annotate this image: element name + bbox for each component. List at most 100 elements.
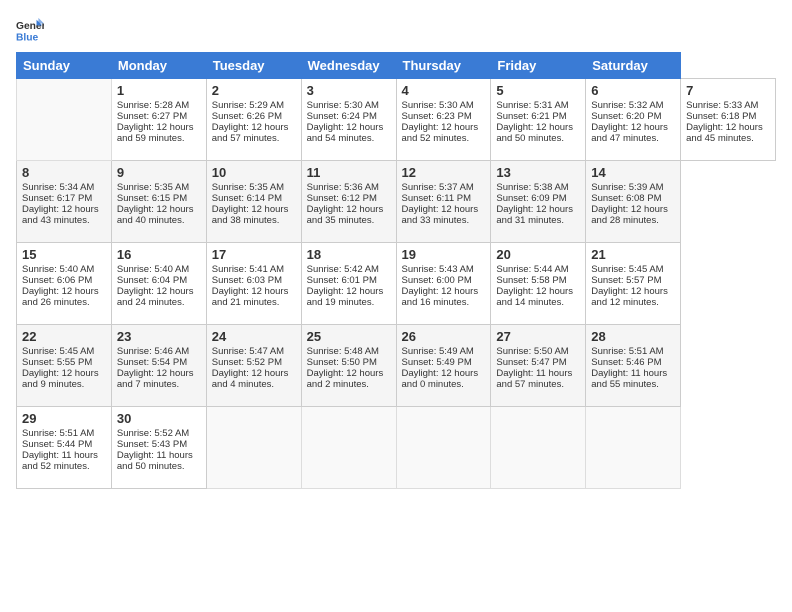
calendar-cell: 29 Sunrise: 5:51 AMSunset: 5:44 PMDayligh…	[17, 407, 112, 489]
calendar-cell: 2Sunrise: 5:29 AMSunset: 6:26 PMDaylight…	[206, 79, 301, 161]
day-number: 24	[212, 329, 296, 344]
day-info-line: Daylight: 12 hours	[402, 122, 486, 133]
day-info-line: Sunrise: 5:50 AM	[496, 346, 580, 357]
day-info-line: Sunset: 6:15 PM	[117, 193, 201, 204]
day-header-thursday: Thursday	[396, 53, 491, 79]
calendar-cell: 16Sunrise: 5:40 AMSunset: 6:04 PMDayligh…	[111, 243, 206, 325]
calendar-cell: 26Sunrise: 5:49 AMSunset: 5:49 PMDayligh…	[396, 325, 491, 407]
day-number: 18	[307, 247, 391, 262]
day-info-line: Sunset: 6:21 PM	[496, 111, 580, 122]
day-number: 4	[402, 83, 486, 98]
day-header-saturday: Saturday	[586, 53, 681, 79]
calendar-table: SundayMondayTuesdayWednesdayThursdayFrid…	[16, 52, 776, 489]
day-info-line: and 50 minutes.	[496, 133, 580, 144]
day-info-line: Sunset: 5:47 PM	[496, 357, 580, 368]
day-info-line: Sunrise: 5:29 AM	[212, 100, 296, 111]
day-info-line: and 57 minutes.	[496, 379, 580, 390]
calendar-week-1: 1Sunrise: 5:28 AMSunset: 6:27 PMDaylight…	[17, 79, 776, 161]
calendar-cell: 30Sunrise: 5:52 AMSunset: 5:43 PMDayligh…	[111, 407, 206, 489]
day-info-line: Sunrise: 5:42 AM	[307, 264, 391, 275]
day-info-line: Daylight: 12 hours	[496, 204, 580, 215]
calendar-cell: 4Sunrise: 5:30 AMSunset: 6:23 PMDaylight…	[396, 79, 491, 161]
day-info-line: and 59 minutes.	[117, 133, 201, 144]
day-number: 27	[496, 329, 580, 344]
day-info-line: and 14 minutes.	[496, 297, 580, 308]
calendar-cell: 14Sunrise: 5:39 AMSunset: 6:08 PMDayligh…	[586, 161, 681, 243]
day-info-line: and 28 minutes.	[591, 215, 675, 226]
day-number: 6	[591, 83, 675, 98]
day-info-line: Daylight: 12 hours	[117, 204, 201, 215]
day-number: 3	[307, 83, 391, 98]
day-header-monday: Monday	[111, 53, 206, 79]
day-info-line: and 12 minutes.	[591, 297, 675, 308]
day-info-line: Sunrise: 5:41 AM	[212, 264, 296, 275]
day-info-line: and 19 minutes.	[307, 297, 391, 308]
day-info-line: Sunrise: 5:38 AM	[496, 182, 580, 193]
calendar-cell: 6Sunrise: 5:32 AMSunset: 6:20 PMDaylight…	[586, 79, 681, 161]
day-info-line: Daylight: 12 hours	[402, 286, 486, 297]
day-info-line: Sunset: 5:49 PM	[402, 357, 486, 368]
calendar-header-row: SundayMondayTuesdayWednesdayThursdayFrid…	[17, 53, 776, 79]
day-info-line: Sunset: 6:18 PM	[686, 111, 770, 122]
calendar-cell: 10Sunrise: 5:35 AMSunset: 6:14 PMDayligh…	[206, 161, 301, 243]
day-info-line: Sunrise: 5:46 AM	[117, 346, 201, 357]
calendar-cell: 11Sunrise: 5:36 AMSunset: 6:12 PMDayligh…	[301, 161, 396, 243]
calendar-cell: 24Sunrise: 5:47 AMSunset: 5:52 PMDayligh…	[206, 325, 301, 407]
calendar-cell: 19Sunrise: 5:43 AMSunset: 6:00 PMDayligh…	[396, 243, 491, 325]
day-info-line: Sunset: 5:46 PM	[591, 357, 675, 368]
calendar-cell: 25Sunrise: 5:48 AMSunset: 5:50 PMDayligh…	[301, 325, 396, 407]
day-info-line: Daylight: 11 hours	[591, 368, 675, 379]
day-info-line: Daylight: 12 hours	[307, 286, 391, 297]
logo: General Blue	[16, 16, 44, 44]
calendar-week-3: 15Sunrise: 5:40 AMSunset: 6:06 PMDayligh…	[17, 243, 776, 325]
day-info-line: and 0 minutes.	[402, 379, 486, 390]
day-info-line: Sunrise: 5:35 AM	[212, 182, 296, 193]
calendar-cell: 9Sunrise: 5:35 AMSunset: 6:15 PMDaylight…	[111, 161, 206, 243]
day-info-line: Sunset: 6:06 PM	[22, 275, 106, 286]
calendar-cell	[206, 407, 301, 489]
day-info-line: and 16 minutes.	[402, 297, 486, 308]
day-info-line: and 43 minutes.	[22, 215, 106, 226]
day-info-line: Sunset: 6:23 PM	[402, 111, 486, 122]
day-info-line: Sunrise: 5:28 AM	[117, 100, 201, 111]
calendar-week-4: 22Sunrise: 5:45 AMSunset: 5:55 PMDayligh…	[17, 325, 776, 407]
day-info-line: Daylight: 11 hours	[22, 450, 106, 461]
calendar-cell: 21Sunrise: 5:45 AMSunset: 5:57 PMDayligh…	[586, 243, 681, 325]
day-number: 23	[117, 329, 201, 344]
day-header-sunday: Sunday	[17, 53, 112, 79]
day-info-line: and 33 minutes.	[402, 215, 486, 226]
day-number: 9	[117, 165, 201, 180]
day-info-line: and 2 minutes.	[307, 379, 391, 390]
day-info-line: and 24 minutes.	[117, 297, 201, 308]
day-info-line: Sunrise: 5:34 AM	[22, 182, 106, 193]
day-info-line: and 7 minutes.	[117, 379, 201, 390]
day-info-line: Sunset: 5:43 PM	[117, 439, 201, 450]
day-number: 16	[117, 247, 201, 262]
day-number: 13	[496, 165, 580, 180]
day-info-line: Daylight: 12 hours	[22, 286, 106, 297]
day-info-line: Daylight: 12 hours	[591, 204, 675, 215]
calendar-cell: 18Sunrise: 5:42 AMSunset: 6:01 PMDayligh…	[301, 243, 396, 325]
page-header: General Blue	[16, 16, 776, 44]
day-info-line: and 52 minutes.	[402, 133, 486, 144]
day-info-line: and 52 minutes.	[22, 461, 106, 472]
day-info-line: and 55 minutes.	[591, 379, 675, 390]
day-info-line: Sunset: 6:26 PM	[212, 111, 296, 122]
day-info-line: Sunset: 5:44 PM	[22, 439, 106, 450]
day-info-line: Sunrise: 5:51 AM	[22, 428, 106, 439]
day-info-line: Sunrise: 5:40 AM	[22, 264, 106, 275]
day-info-line: Sunrise: 5:39 AM	[591, 182, 675, 193]
day-info-line: and 31 minutes.	[496, 215, 580, 226]
calendar-cell: 20Sunrise: 5:44 AMSunset: 5:58 PMDayligh…	[491, 243, 586, 325]
calendar-cell: 12Sunrise: 5:37 AMSunset: 6:11 PMDayligh…	[396, 161, 491, 243]
day-number: 12	[402, 165, 486, 180]
day-info-line: Daylight: 12 hours	[402, 204, 486, 215]
day-info-line: Daylight: 12 hours	[307, 122, 391, 133]
calendar-cell: 22Sunrise: 5:45 AMSunset: 5:55 PMDayligh…	[17, 325, 112, 407]
day-info-line: Sunset: 6:24 PM	[307, 111, 391, 122]
day-info-line: Daylight: 12 hours	[496, 122, 580, 133]
day-number: 29	[22, 411, 106, 426]
day-info-line: Daylight: 12 hours	[307, 204, 391, 215]
day-info-line: Daylight: 11 hours	[117, 450, 201, 461]
empty-cell	[17, 79, 112, 161]
